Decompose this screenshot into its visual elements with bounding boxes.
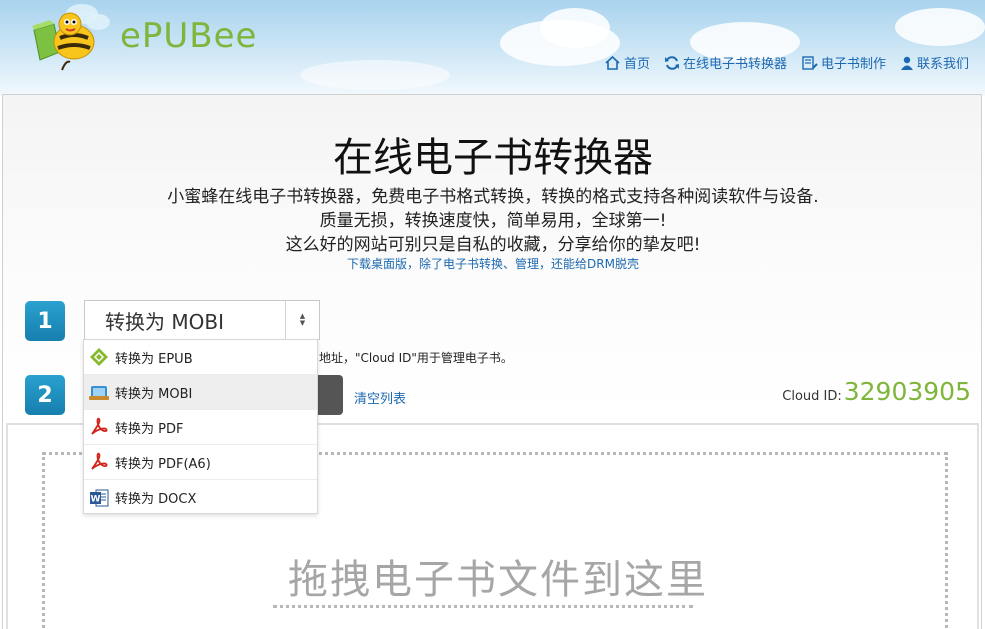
pdf-icon — [88, 416, 110, 438]
dropdown-option-label: 转换为 PDF(A6) — [115, 456, 211, 472]
nav-contact-label: 联系我们 — [916, 57, 969, 72]
nav-ebook-maker[interactable]: 电子书制作 — [801, 53, 886, 72]
nav-home-label: 首页 — [623, 57, 650, 72]
svg-text:W: W — [91, 494, 101, 504]
dropdown-option-mobi[interactable]: 转换为 MOBI — [84, 375, 317, 410]
refresh-icon — [664, 55, 679, 70]
nav-online-converter[interactable]: 在线电子书转换器 — [664, 53, 787, 72]
drop-zone-divider — [273, 605, 693, 608]
site-logo-text[interactable]: ePUBee — [120, 16, 257, 56]
mobi-icon — [88, 381, 110, 403]
dropdown-option-pdf[interactable]: 转换为 PDF — [84, 410, 317, 445]
cloud-id-display: Cloud ID: 32903905 — [782, 377, 971, 406]
word-icon: W — [88, 487, 110, 509]
description-line-2: 质量无损，转换速度快，简单易用，全球第一! — [319, 211, 667, 231]
home-icon — [605, 55, 620, 70]
step-2-badge: 2 — [25, 375, 65, 415]
download-desktop-link[interactable]: 下载桌面版，除了电子书转换、管理，还能给DRM脱壳 — [3, 255, 983, 272]
dropdown-option-label: 转换为 MOBI — [115, 386, 193, 402]
cloud-id-label: Cloud ID: — [782, 389, 842, 404]
drop-zone-text: 拖拽电子书文件到这里 — [288, 557, 708, 603]
format-select[interactable]: 转换为 MOBI ▲ ▼ — [84, 300, 320, 340]
description-line-1: 小蜜蜂在线电子书转换器，免费电子书格式转换，转换的格式支持各种阅读软件与设备. — [167, 187, 819, 207]
nav-contact[interactable]: 联系我们 — [900, 53, 969, 72]
dropdown-option-label: 转换为 DOCX — [115, 492, 197, 507]
page-title: 在线电子书转换器 — [333, 135, 653, 181]
bee-logo-icon[interactable] — [30, 0, 112, 76]
epub-icon — [88, 346, 110, 368]
cloud-decoration — [540, 8, 610, 48]
dropdown-option-label: 转换为 EPUB — [115, 351, 193, 367]
nav-home[interactable]: 首页 — [604, 53, 650, 72]
dropdown-option-pdf-a6[interactable]: 转换为 PDF(A6) — [84, 445, 317, 480]
format-dropdown-menu: 转换为 EPUB 转换为 MOBI 转换为 PDF 转换为 PDF(A6) W … — [83, 339, 318, 514]
user-icon — [900, 56, 913, 70]
cloud-decoration — [300, 60, 450, 90]
description-line-3: 这么好的网站可别只是自私的收藏，分享给你的挚友吧! — [285, 235, 701, 255]
dropdown-option-label: 转换为 PDF — [115, 421, 184, 437]
pdf-icon — [88, 451, 110, 473]
book-edit-icon — [802, 55, 818, 70]
site-header: ePUBee 首页 在线电子书转换器 电子书制作 联系我们 — [0, 0, 985, 96]
cloud-id-hint: 地址，"Cloud ID"用于管理电子书。 — [319, 351, 513, 365]
nav-online-converter-label: 在线电子书转换器 — [682, 57, 787, 72]
nav-ebook-maker-label: 电子书制作 — [820, 57, 886, 72]
select-arrows-icon: ▲ ▼ — [285, 301, 319, 339]
cloud-decoration — [895, 8, 985, 46]
dropdown-option-docx[interactable]: W 转换为 DOCX — [84, 480, 317, 515]
format-select-value: 转换为 MOBI — [105, 309, 224, 334]
step-1-badge: 1 — [25, 301, 65, 341]
dropdown-option-epub[interactable]: 转换为 EPUB — [84, 340, 317, 375]
cloud-id-value: 32903905 — [843, 377, 971, 406]
clear-list-link[interactable]: 清空列表 — [354, 388, 406, 407]
top-nav: 首页 在线电子书转换器 电子书制作 联系我们 — [604, 53, 969, 72]
